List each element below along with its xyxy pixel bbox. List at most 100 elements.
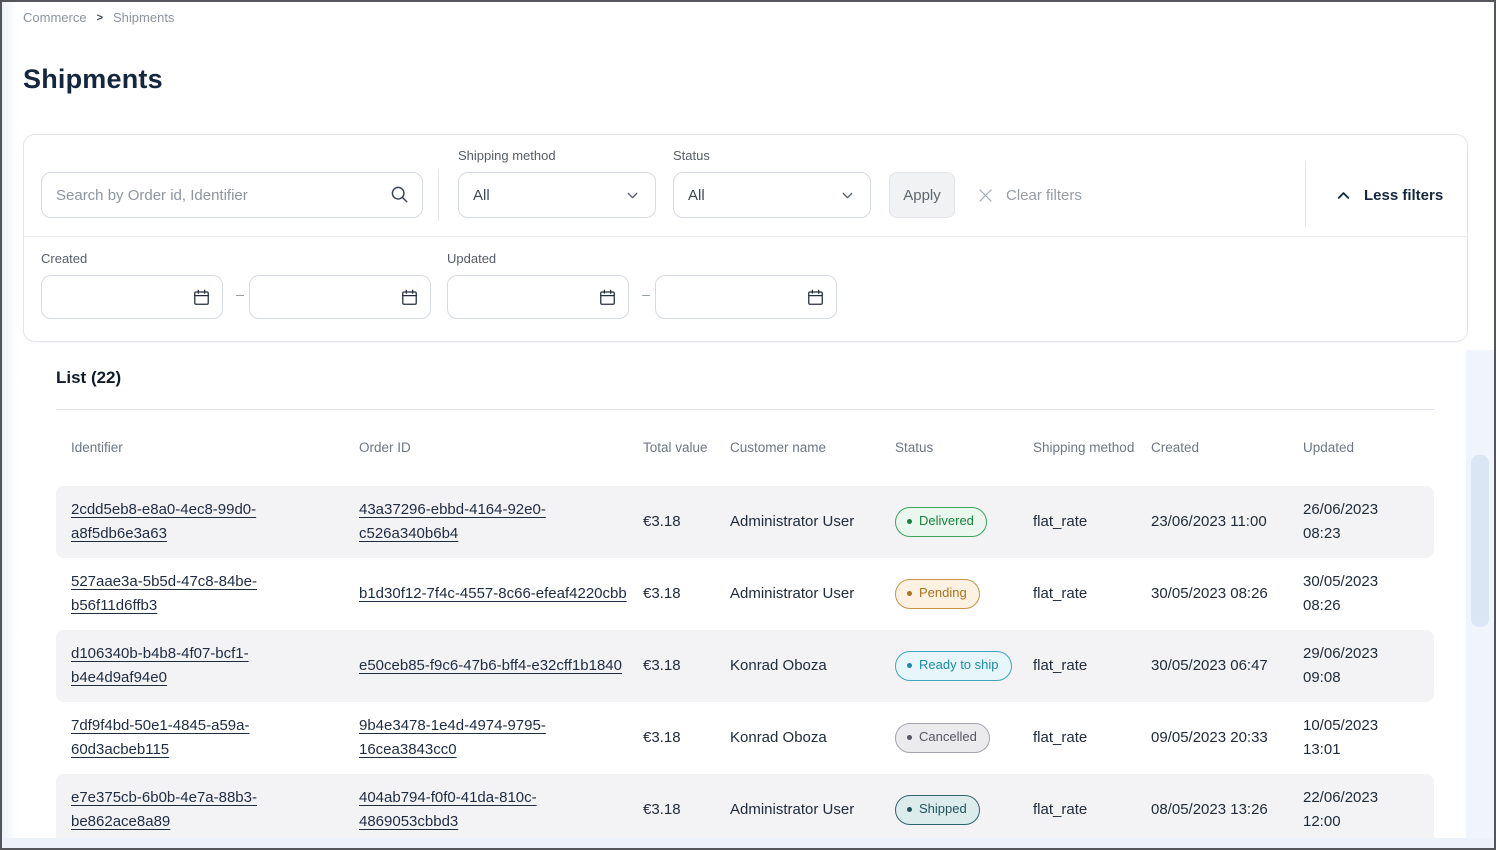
search-field-wrap: [41, 172, 423, 218]
updated-cell: 30/05/2023 08:26: [1303, 570, 1434, 618]
list-title: List (22): [56, 368, 121, 388]
shipping-method-select[interactable]: All: [458, 172, 656, 218]
updated-from-value[interactable]: [460, 288, 598, 307]
breadcrumb-separator-icon: >: [97, 12, 103, 24]
table-header-row: IdentifierOrder IDTotal valueCustomer na…: [56, 410, 1434, 486]
identifier-link[interactable]: e7e375cb-6b0b-4e7a-88b3-be862ace8a89: [71, 789, 257, 830]
status-value: All: [688, 187, 705, 204]
order-id-link[interactable]: b1d30f12-7f4c-4557-8c66-efeaf4220cbb: [359, 585, 627, 602]
order-id-cell: e50ceb85-f9c6-47b6-bff4-e32cff1b1840: [359, 654, 643, 678]
order-id-link[interactable]: e50ceb85-f9c6-47b6-bff4-e32cff1b1840: [359, 657, 622, 674]
updated-to-value[interactable]: [668, 288, 806, 307]
identifier-link[interactable]: 7df9f4bd-50e1-4845-a59a-60d3acbeb115: [71, 717, 249, 758]
total-value-cell: €3.18: [643, 582, 730, 606]
less-filters-toggle[interactable]: Less filters: [1334, 172, 1443, 218]
created-to-input[interactable]: [249, 275, 431, 319]
breadcrumb-commerce[interactable]: Commerce: [23, 10, 87, 25]
status-badge: Shipped: [895, 795, 980, 825]
shipping-method-cell: flat_rate: [1033, 798, 1151, 822]
column-header: Shipping method: [1033, 439, 1151, 457]
created-cell: 08/05/2023 13:26: [1151, 798, 1303, 822]
shipping-method-cell: flat_rate: [1033, 582, 1151, 606]
status-cell: Delivered: [895, 507, 1033, 537]
shipments-page: Commerce > Shipments Shipments Shipping …: [0, 0, 1496, 850]
total-value-cell: €3.18: [643, 510, 730, 534]
search-input[interactable]: [41, 172, 423, 218]
total-value-cell: €3.18: [643, 798, 730, 822]
created-from-input[interactable]: [41, 275, 223, 319]
status-badge: Cancelled: [895, 723, 990, 753]
customer-name-cell: Administrator User: [730, 798, 895, 822]
vertical-scrollbar-thumb[interactable]: [1471, 455, 1489, 627]
customer-name-cell: Administrator User: [730, 510, 895, 534]
status-dot-icon: [907, 663, 912, 668]
breadcrumb-shipments[interactable]: Shipments: [113, 10, 174, 25]
chevron-down-icon: [839, 187, 856, 204]
order-id-link[interactable]: 43a37296-ebbd-4164-92e0-c526a340b6b4: [359, 501, 546, 542]
created-range-label: Created: [41, 251, 87, 266]
calendar-icon: [192, 288, 211, 307]
apply-button[interactable]: Apply: [889, 172, 955, 218]
status-badge-label: Ready to ship: [919, 655, 999, 676]
updated-cell: 22/06/2023 12:00: [1303, 786, 1434, 834]
updated-cell: 26/06/2023 08:23: [1303, 498, 1434, 546]
filter-divider: [438, 169, 439, 221]
column-header: Updated: [1303, 439, 1434, 457]
close-icon: [976, 186, 995, 205]
status-dot-icon: [907, 735, 912, 740]
column-header: Status: [895, 439, 1033, 457]
shipping-method-label: Shipping method: [458, 148, 556, 163]
left-edge-tint: [2, 2, 18, 848]
status-badge: Delivered: [895, 507, 987, 537]
created-cell: 30/05/2023 08:26: [1151, 582, 1303, 606]
table-row: 527aae3a-5b5d-47c8-84be-b56f11d6ffb3 b1d3…: [56, 558, 1434, 630]
shipping-method-cell: flat_rate: [1033, 726, 1151, 750]
updated-to-input[interactable]: [655, 275, 837, 319]
identifier-cell: 2cdd5eb8-e8a0-4ec8-99d0-a8f5db6e3a63: [71, 498, 359, 546]
chevron-up-icon: [1334, 186, 1353, 205]
table-row: e7e375cb-6b0b-4e7a-88b3-be862ace8a89 404a…: [56, 774, 1434, 846]
column-header: Created: [1151, 439, 1303, 457]
updated-from-input[interactable]: [447, 275, 629, 319]
updated-cell: 29/06/2023 09:08: [1303, 642, 1434, 690]
identifier-cell: 527aae3a-5b5d-47c8-84be-b56f11d6ffb3: [71, 570, 359, 618]
table-row: 2cdd5eb8-e8a0-4ec8-99d0-a8f5db6e3a63 43a3…: [56, 486, 1434, 558]
table-row: 7df9f4bd-50e1-4845-a59a-60d3acbeb115 9b4e…: [56, 702, 1434, 774]
order-id-link[interactable]: 9b4e3478-1e4d-4974-9795-16cea3843cc0: [359, 717, 546, 758]
identifier-cell: e7e375cb-6b0b-4e7a-88b3-be862ace8a89: [71, 786, 359, 834]
shipping-method-cell: flat_rate: [1033, 654, 1151, 678]
created-cell: 30/05/2023 06:47: [1151, 654, 1303, 678]
status-badge: Pending: [895, 579, 980, 609]
customer-name-cell: Administrator User: [730, 582, 895, 606]
created-range-dash: –: [231, 286, 249, 302]
less-filters-label: Less filters: [1364, 187, 1443, 204]
clear-filters-button[interactable]: Clear filters: [976, 172, 1082, 218]
created-to-value[interactable]: [262, 288, 400, 307]
order-id-link[interactable]: 404ab794-f0f0-41da-810c-4869053cbbd3: [359, 789, 537, 830]
status-dot-icon: [907, 807, 912, 812]
vertical-scrollbar[interactable]: [1466, 350, 1494, 838]
identifier-link[interactable]: 2cdd5eb8-e8a0-4ec8-99d0-a8f5db6e3a63: [71, 501, 256, 542]
filters-panel: Shipping method All Status All Apply Cle…: [23, 134, 1468, 342]
shipments-table: IdentifierOrder IDTotal valueCustomer na…: [56, 409, 1434, 846]
status-cell: Shipped: [895, 795, 1033, 825]
created-from-value[interactable]: [54, 288, 192, 307]
identifier-cell: d106340b-b4b8-4f07-bcf1-b4e4d9af94e0: [71, 642, 359, 690]
page-bottom-gutter: [2, 838, 1494, 848]
status-badge: Ready to ship: [895, 651, 1012, 681]
identifier-cell: 7df9f4bd-50e1-4845-a59a-60d3acbeb115: [71, 714, 359, 762]
status-badge-label: Delivered: [919, 511, 974, 532]
status-select[interactable]: All: [673, 172, 871, 218]
column-header: Identifier: [71, 439, 359, 457]
table-row: d106340b-b4b8-4f07-bcf1-b4e4d9af94e0 e50c…: [56, 630, 1434, 702]
created-cell: 23/06/2023 11:00: [1151, 510, 1303, 534]
identifier-link[interactable]: 527aae3a-5b5d-47c8-84be-b56f11d6ffb3: [71, 573, 257, 614]
shipping-method-cell: flat_rate: [1033, 510, 1151, 534]
calendar-icon: [598, 288, 617, 307]
status-cell: Pending: [895, 579, 1033, 609]
page-title: Shipments: [23, 64, 163, 95]
chevron-down-icon: [624, 187, 641, 204]
clear-filters-label: Clear filters: [1006, 187, 1082, 204]
identifier-link[interactable]: d106340b-b4b8-4f07-bcf1-b4e4d9af94e0: [71, 645, 249, 686]
shipping-method-value: All: [473, 187, 490, 204]
